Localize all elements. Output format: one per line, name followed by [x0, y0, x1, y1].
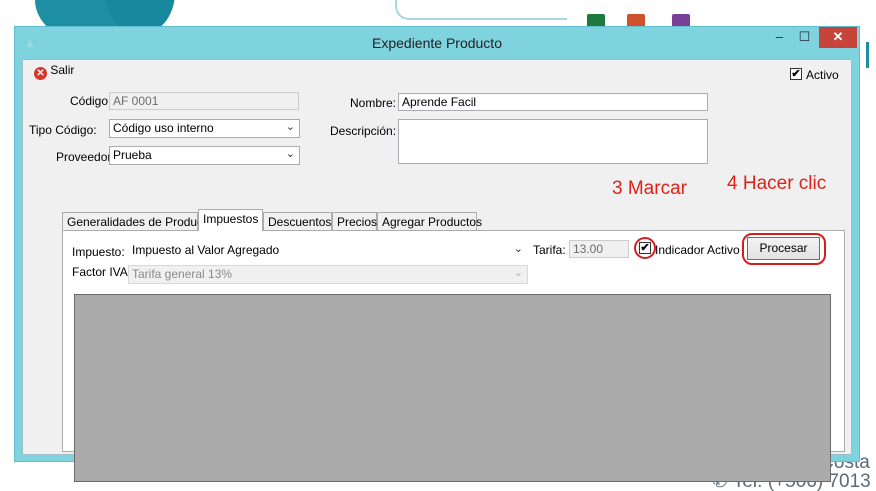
activo-label: Activo — [806, 68, 839, 82]
factor-iva-value: Tarifa general 13% — [132, 267, 233, 281]
impuesto-select[interactable]: Impuesto al Valor Agregado ⌄ — [128, 241, 528, 260]
nombre-label: Nombre: — [350, 96, 397, 110]
exit-icon: ✕ — [34, 67, 47, 80]
procesar-button[interactable]: Procesar — [747, 237, 820, 260]
factor-iva-select[interactable]: Tarifa general 13% ⌄ — [128, 265, 528, 284]
impuesto-label: Impuesto: — [72, 245, 125, 259]
tipo-codigo-value: Código uso interno — [113, 121, 214, 135]
chevron-down-icon: ⌄ — [513, 267, 523, 279]
title-bar[interactable]: ▲ Expediente Producto – ☐ ✕ — [15, 27, 859, 59]
close-button[interactable]: ✕ — [819, 27, 857, 48]
window-title: Expediente Producto — [372, 35, 502, 51]
form-client-area: ✕ Salir ✔ Activo Código: AF 0001 Nombre:… — [22, 59, 852, 482]
tab-impuestos[interactable]: Impuestos — [198, 209, 263, 231]
background-arc — [860, 42, 869, 68]
proveedor-select[interactable]: Prueba ⌄ — [109, 146, 300, 165]
tarifa-field[interactable]: 13.00 — [569, 240, 629, 258]
tab-descuentos[interactable]: Descuentos — [263, 212, 332, 230]
tipo-codigo-select[interactable]: Código uso interno ⌄ — [109, 119, 300, 138]
tab-generalidades[interactable]: Generalidades de Producto — [62, 212, 213, 230]
nombre-field[interactable]: Aprende Facil — [398, 93, 708, 111]
expediente-producto-window: ▲ Expediente Producto – ☐ ✕ ✕ Salir ✔ Ac… — [14, 26, 860, 482]
descripcion-field[interactable] — [398, 119, 708, 164]
codigo-field[interactable]: AF 0001 — [109, 92, 299, 110]
activo-checkbox[interactable]: ✔ — [790, 68, 802, 80]
background-line — [395, 0, 567, 20]
codigo-label: Código: — [70, 94, 112, 108]
impuestos-tab-panel: Impuesto: Impuesto al Valor Agregado ⌄ T… — [62, 230, 845, 482]
maximize-button[interactable]: ☐ — [792, 27, 817, 48]
tab-precios[interactable]: Precios — [332, 212, 377, 230]
salir-label: Salir — [50, 63, 75, 77]
impuesto-value: Impuesto al Valor Agregado — [132, 243, 280, 257]
proveedor-value: Prueba — [113, 148, 152, 162]
tab-agregar-productos[interactable]: Agregar Productos — [377, 212, 482, 230]
descripcion-label: Descripción: — [330, 124, 397, 138]
indicador-activo-checkbox[interactable]: ✔ — [639, 242, 651, 254]
chevron-down-icon: ⌄ — [285, 121, 295, 133]
salir-button[interactable]: ✕ Salir — [34, 63, 75, 80]
proveedor-label: Proveedor: — [56, 150, 115, 164]
chevron-down-icon: ⌄ — [285, 148, 295, 160]
tarifa-label: Tarifa: — [533, 243, 566, 257]
factor-iva-label: Factor IVA — [72, 265, 128, 279]
chevron-down-icon: ⌄ — [513, 243, 523, 255]
annotation-step4: 4 Hacer clic — [727, 173, 827, 194]
tipo-codigo-label: Tipo Código: — [29, 123, 97, 137]
impuestos-grid[interactable] — [74, 294, 831, 482]
indicador-activo-label: Indicador Activo — [655, 243, 740, 257]
minimize-button[interactable]: – — [767, 27, 792, 48]
annotation-step3: 3 Marcar — [612, 178, 687, 199]
